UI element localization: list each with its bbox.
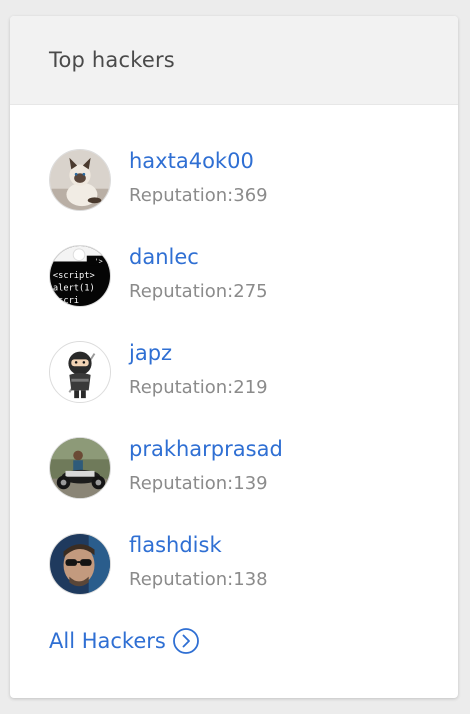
script-code-avatar-icon[interactable]: '> <script> alert(1) <scri bbox=[49, 245, 111, 307]
hacker-reputation: Reputation:369 bbox=[129, 185, 268, 206]
hacker-reputation: Reputation:275 bbox=[129, 281, 268, 302]
hacker-name-link[interactable]: danlec bbox=[129, 245, 199, 269]
ninja-avatar-icon[interactable] bbox=[49, 341, 111, 403]
motorcycle-photo-avatar-icon[interactable] bbox=[49, 437, 111, 499]
avatar-code-line: <scri bbox=[53, 296, 79, 306]
hacker-name-link[interactable]: haxta4ok00 bbox=[129, 149, 254, 173]
hacker-name-link[interactable]: japz bbox=[129, 341, 172, 365]
hacker-reputation: Reputation:138 bbox=[129, 569, 268, 590]
hacker-name-link[interactable]: prakharprasad bbox=[129, 437, 283, 461]
hacker-reputation: Reputation:219 bbox=[129, 377, 268, 398]
card-header: Top hackers bbox=[10, 16, 458, 105]
hacker-name-link[interactable]: flashdisk bbox=[129, 533, 222, 557]
top-hackers-card: Top hackers haxta4ok00 Reputation:369 '>… bbox=[10, 16, 458, 698]
avatar-code-line: '> bbox=[95, 257, 103, 265]
sunglasses-portrait-avatar-icon[interactable] bbox=[49, 533, 111, 595]
hacker-reputation: Reputation:139 bbox=[129, 473, 268, 494]
cat-avatar-icon[interactable] bbox=[49, 149, 111, 211]
all-hackers-label[interactable]: All Hackers bbox=[49, 629, 166, 653]
avatar-code-line: <script> bbox=[53, 271, 95, 281]
all-hackers-link[interactable]: All Hackers bbox=[49, 627, 200, 655]
chevron-right-circle-icon[interactable] bbox=[172, 627, 200, 655]
avatar-code-line: alert(1) bbox=[53, 284, 95, 294]
card-title: Top hackers bbox=[49, 48, 175, 72]
